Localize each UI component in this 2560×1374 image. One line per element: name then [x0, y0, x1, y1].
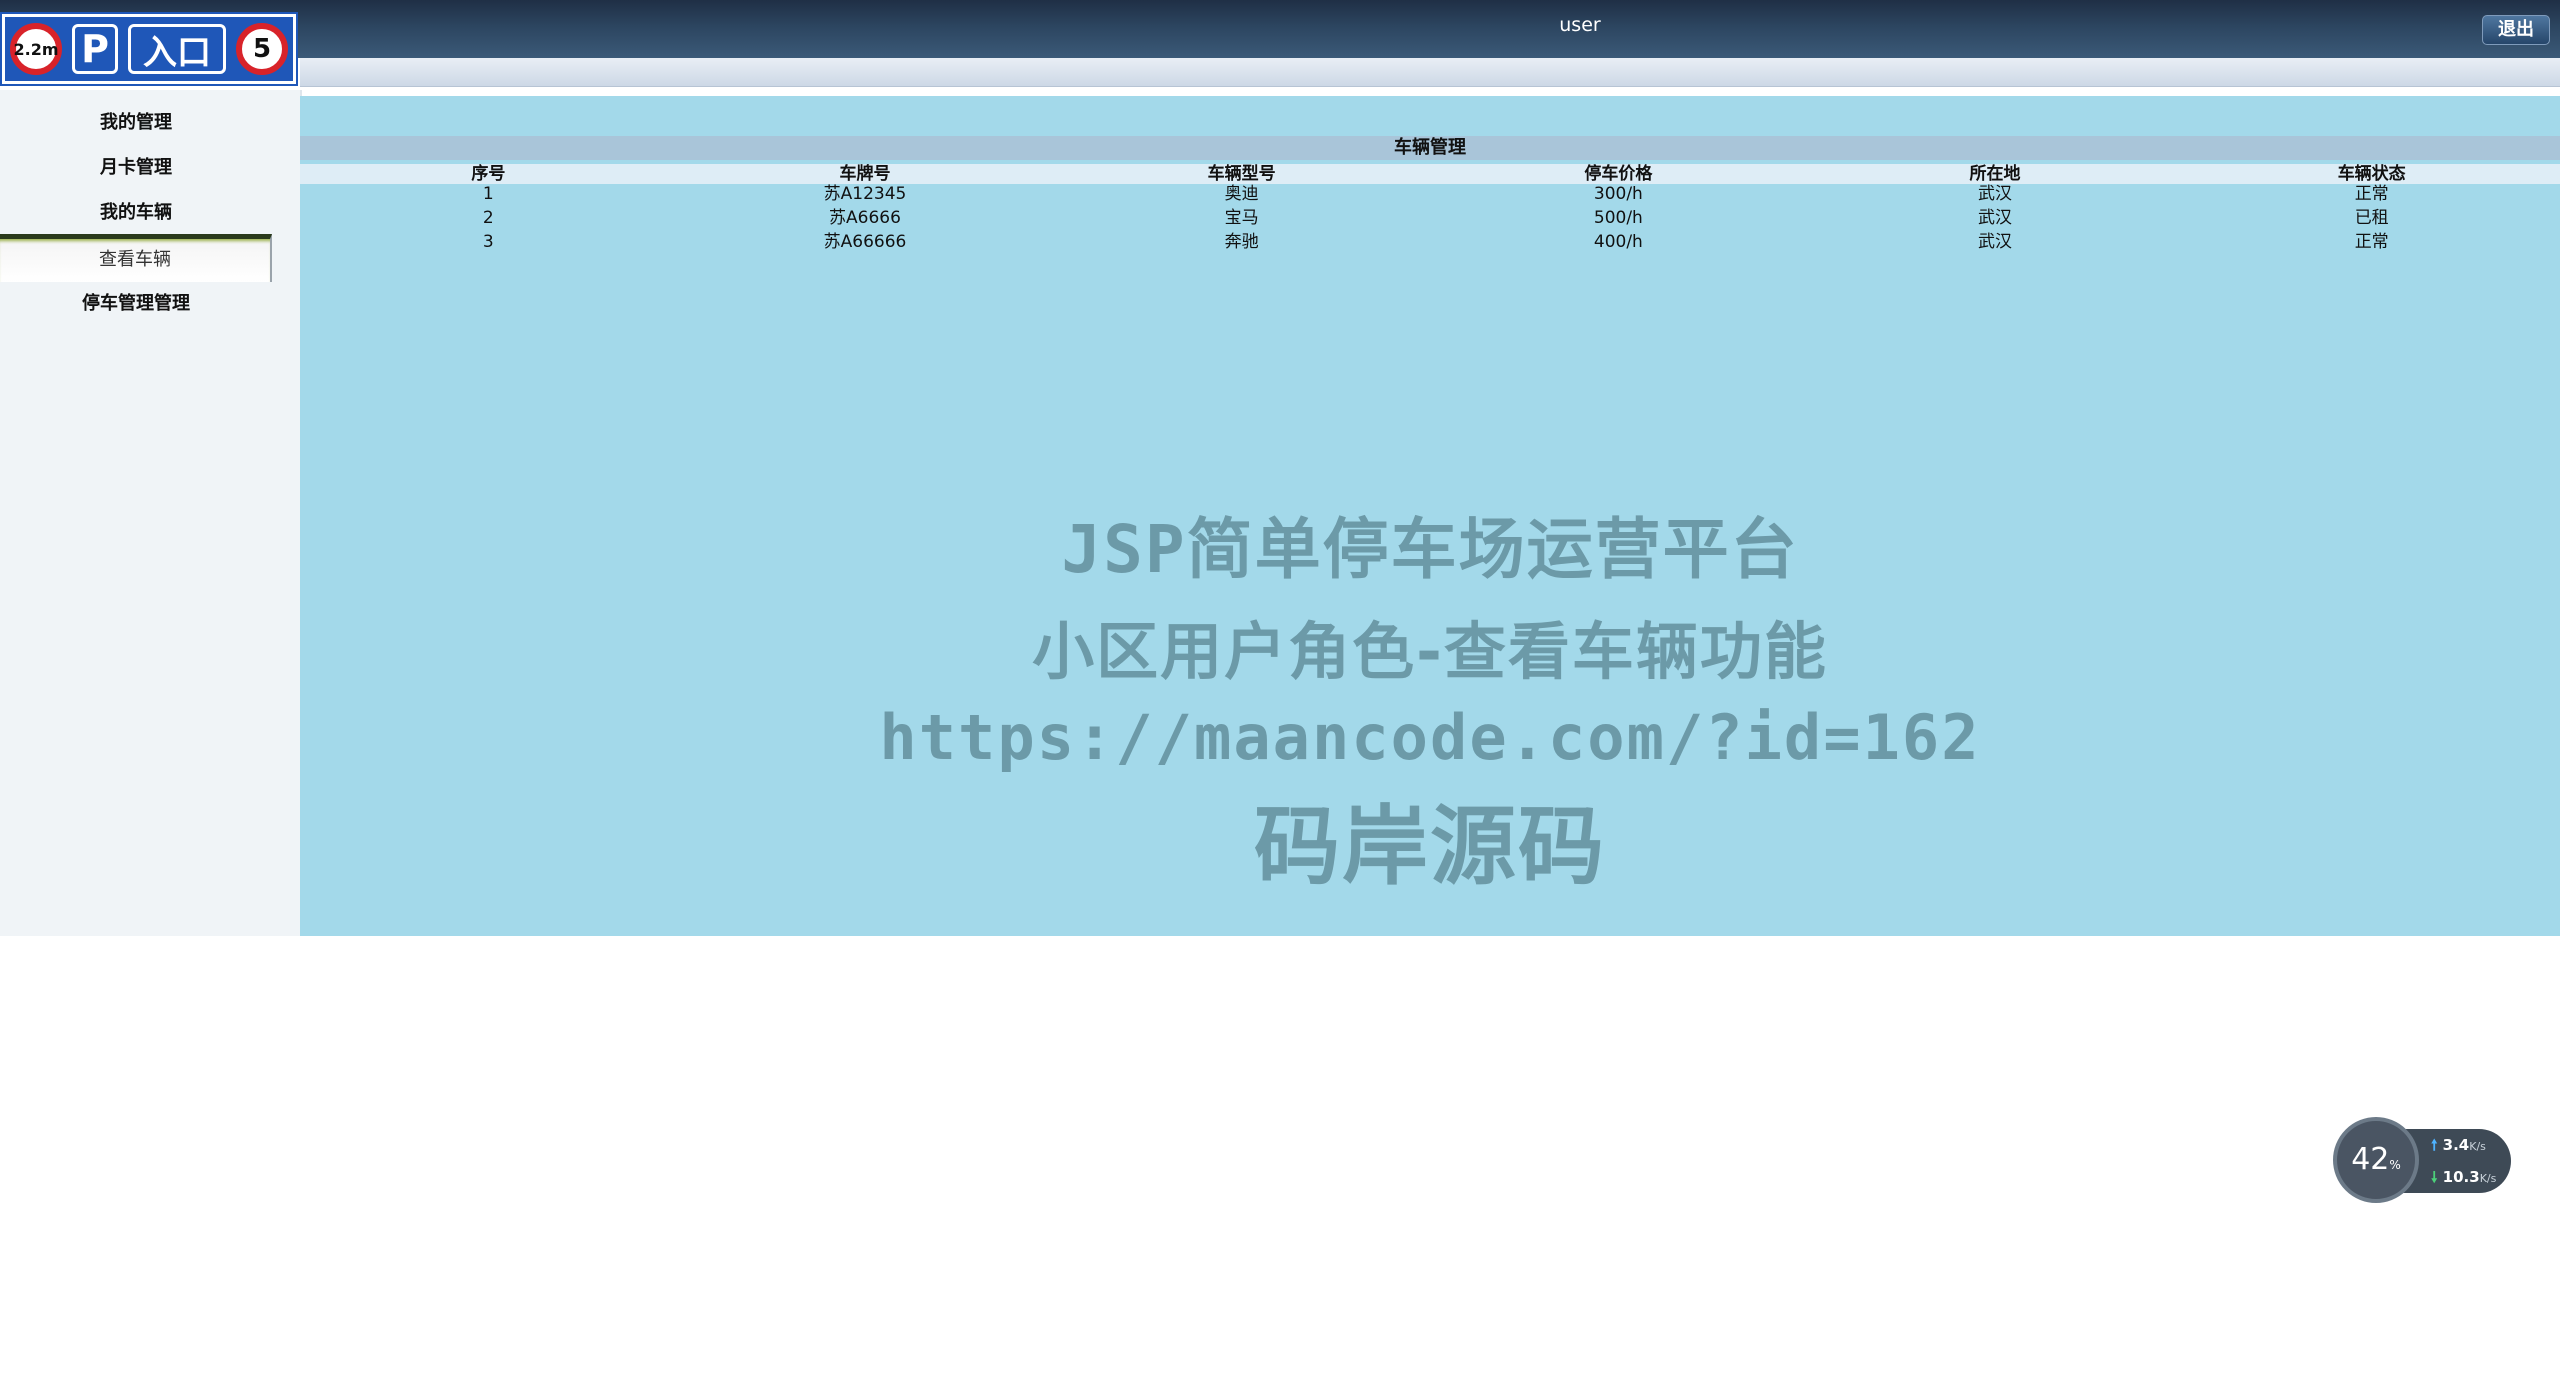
cell-price: 400/h [1593, 232, 1643, 252]
table-row: 2 苏A6666 宝马 500/h 武汉 已租 [300, 208, 2560, 232]
cell-price: 500/h [1593, 208, 1643, 228]
upload-speed: 🠕 3.4K/s [2431, 1136, 2486, 1154]
parking-entrance-logo: 2.2m P 入口 5 [0, 12, 298, 86]
cell-status: 正常 [2354, 184, 2389, 204]
main-content: 车辆管理 序号 车牌号 车辆型号 停车价格 所在地 车辆状态 1 苏A12345… [300, 96, 2560, 936]
upload-arrow-icon: 🠕 [2431, 1136, 2438, 1154]
watermark-title: JSP简单停车场运营平台 [1061, 511, 1799, 588]
sidebar-item-parking-management[interactable]: 停车管理管理 [0, 289, 272, 315]
sidebar-item-my-management[interactable]: 我的管理 [0, 108, 272, 134]
sidebar: 我的管理 月卡管理 我的车辆 查看车辆 停车管理管理 [0, 90, 302, 936]
watermark-subtitle: 小区用户角色-查看车辆功能 [1032, 615, 1828, 688]
cell-location: 武汉 [1978, 184, 2013, 204]
cell-plate: 苏A6666 [829, 208, 901, 228]
cell-status: 正常 [2354, 232, 2389, 252]
height-limit-sign: 2.2m [10, 23, 62, 75]
cell-index: 2 [482, 208, 494, 228]
cell-index: 3 [482, 232, 494, 252]
sidebar-subitem-view-vehicles[interactable]: 查看车辆 [0, 234, 272, 282]
usage-gauge: 42% [2333, 1117, 2419, 1203]
top-bar: user 退出 [0, 0, 2560, 58]
download-arrow-icon: 🠗 [2431, 1168, 2438, 1186]
column-header-status: 车辆状态 [2337, 164, 2406, 184]
cell-location: 武汉 [1978, 208, 2013, 228]
sub-header-bar [300, 58, 2560, 87]
cell-model: 宝马 [1224, 208, 1259, 228]
cell-index: 1 [482, 184, 494, 204]
cell-location: 武汉 [1978, 232, 2013, 252]
column-header-price: 停车价格 [1584, 164, 1653, 184]
network-speed-widget[interactable]: 42% 🠕 3.4K/s 🠗 10.3K/s [2333, 1117, 2513, 1207]
cell-model: 奔驰 [1224, 232, 1259, 252]
cell-price: 300/h [1593, 184, 1643, 204]
parking-p-sign: P [72, 24, 118, 74]
cell-plate: 苏A12345 [823, 184, 907, 204]
table-title: 车辆管理 [300, 136, 2560, 160]
table-header: 序号 车牌号 车辆型号 停车价格 所在地 车辆状态 [300, 164, 2560, 184]
sidebar-item-monthly-card[interactable]: 月卡管理 [0, 153, 272, 179]
column-header-plate: 车牌号 [839, 164, 891, 184]
username-label: user [1559, 14, 1601, 36]
watermark-brand: 码岸源码 [1254, 797, 1606, 897]
column-header-location: 所在地 [1969, 164, 2021, 184]
column-header-index: 序号 [471, 164, 506, 184]
cell-plate: 苏A66666 [823, 232, 907, 252]
table-row: 1 苏A12345 奥迪 300/h 武汉 正常 [300, 184, 2560, 208]
logout-button[interactable]: 退出 [2482, 15, 2550, 45]
speed-limit-sign: 5 [236, 23, 288, 75]
cell-status: 已租 [2354, 208, 2389, 228]
watermark-url: https://maancode.com/?id=162 [879, 701, 1981, 774]
entrance-sign: 入口 [128, 24, 226, 74]
column-header-model: 车辆型号 [1207, 164, 1276, 184]
cell-model: 奥迪 [1224, 184, 1259, 204]
table-row: 3 苏A66666 奔驰 400/h 武汉 正常 [300, 232, 2560, 256]
download-speed: 🠗 10.3K/s [2431, 1168, 2497, 1186]
sidebar-item-my-vehicles[interactable]: 我的车辆 [0, 198, 272, 224]
